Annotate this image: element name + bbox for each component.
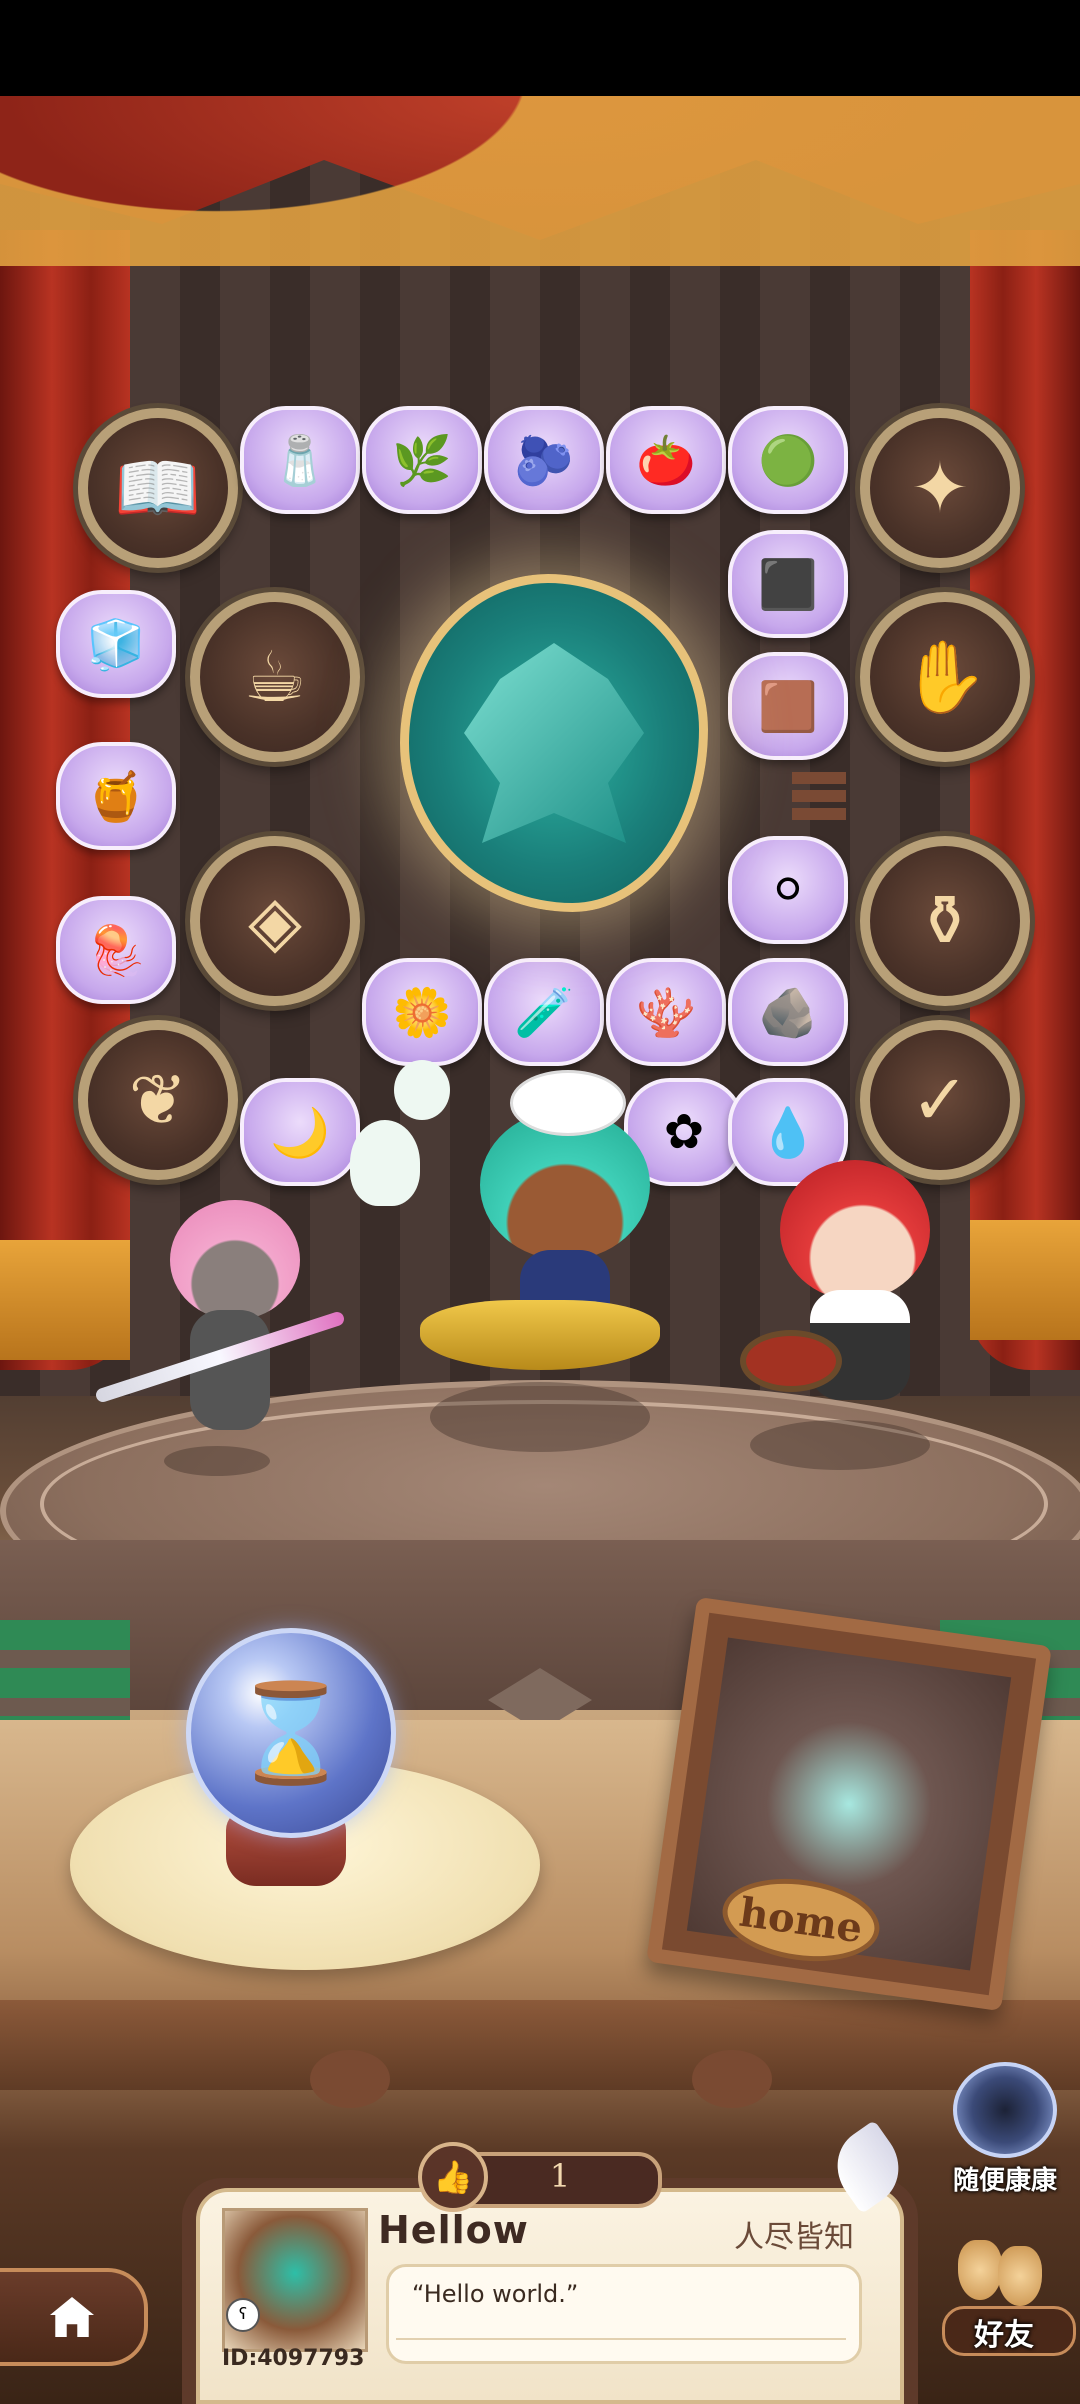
cauldron-medal-icon[interactable]: ☕ bbox=[190, 592, 360, 762]
likes-count: 1 bbox=[549, 2157, 571, 2195]
tomato-chip-icon[interactable]: 🍅 bbox=[606, 406, 726, 514]
salt-chip-icon[interactable]: 🧂 bbox=[240, 406, 360, 514]
red-haired-character[interactable] bbox=[740, 1140, 990, 1440]
chat-bubble-icon: ʕ bbox=[226, 2298, 260, 2332]
player-id: ID:4097793 bbox=[222, 2346, 365, 2371]
ore-chip-icon[interactable]: 🪨 bbox=[728, 958, 848, 1066]
profile-stage-scene: 📖 ✦ ☕ ✋ ◈ ⚱ ❦ ✓ 🧂 🌿 🫐 🍅 🟢 ⬛ 🧊 🟫 🍯 ⚪ 🪼 🌼 … bbox=[0, 0, 1080, 2404]
player-title: 人尽皆知 bbox=[734, 2220, 854, 2255]
friends-icon bbox=[958, 2240, 1050, 2306]
random-visit-button[interactable]: 随便康康 bbox=[950, 2062, 1060, 2196]
fairy-medal-icon[interactable]: ✦ bbox=[860, 408, 1020, 568]
jade-chip-icon[interactable]: 🟢 bbox=[728, 406, 848, 514]
portal-icon bbox=[953, 2062, 1057, 2158]
pot-medal-icon[interactable]: ⚱ bbox=[860, 836, 1030, 1006]
random-visit-label: 随便康康 bbox=[952, 2166, 1057, 2196]
wood-leaf-ornament bbox=[310, 2050, 390, 2108]
ghost-icon bbox=[350, 1120, 420, 1206]
blueberry-chip-icon[interactable]: 🫐 bbox=[484, 406, 604, 514]
book-medal-icon[interactable]: 📖 bbox=[78, 408, 238, 568]
pearl-chip-icon[interactable]: ⚪ bbox=[728, 836, 848, 944]
herb-chip-icon[interactable]: 🌿 bbox=[362, 406, 482, 514]
floor-trim bbox=[0, 2000, 1080, 2090]
friends-button[interactable]: 好友 bbox=[930, 2220, 1080, 2356]
hourglass-crystal-ball-icon[interactable]: ⌛ bbox=[186, 1628, 396, 1838]
mask-medal-icon[interactable]: ◈ bbox=[190, 836, 360, 1006]
hand-cup-medal-icon[interactable]: ✋ bbox=[860, 592, 1030, 762]
thumbs-up-icon[interactable]: 👍 bbox=[418, 2142, 488, 2212]
jellyfish-chip-icon[interactable]: 🪼 bbox=[56, 896, 176, 1004]
status-message: “Hello world.” bbox=[412, 2280, 579, 2308]
message-underline bbox=[396, 2338, 846, 2340]
genie-character[interactable] bbox=[400, 1050, 730, 1390]
sprout-medal-icon[interactable]: ❦ bbox=[78, 1020, 238, 1180]
small-divider-icon bbox=[792, 772, 846, 822]
status-message-box[interactable] bbox=[386, 2264, 862, 2364]
friends-label: 好友 bbox=[974, 2318, 1034, 2353]
home-button[interactable] bbox=[0, 2268, 148, 2366]
character-shadow bbox=[430, 1382, 650, 1452]
chocolate-chip-icon[interactable]: 🟫 bbox=[728, 652, 848, 760]
honeycomb-chip-icon[interactable]: 🍯 bbox=[56, 742, 176, 850]
wood-leaf-ornament bbox=[692, 2050, 772, 2108]
ghost-icon bbox=[394, 1060, 450, 1120]
charcoal-chip-icon[interactable]: ⬛ bbox=[728, 530, 848, 638]
house-icon bbox=[50, 2297, 94, 2337]
sugar-cube-chip-icon[interactable]: 🧊 bbox=[56, 590, 176, 698]
player-name: Hellow bbox=[378, 2208, 529, 2252]
status-bar bbox=[0, 0, 1080, 96]
pink-haired-character[interactable] bbox=[90, 1160, 350, 1460]
